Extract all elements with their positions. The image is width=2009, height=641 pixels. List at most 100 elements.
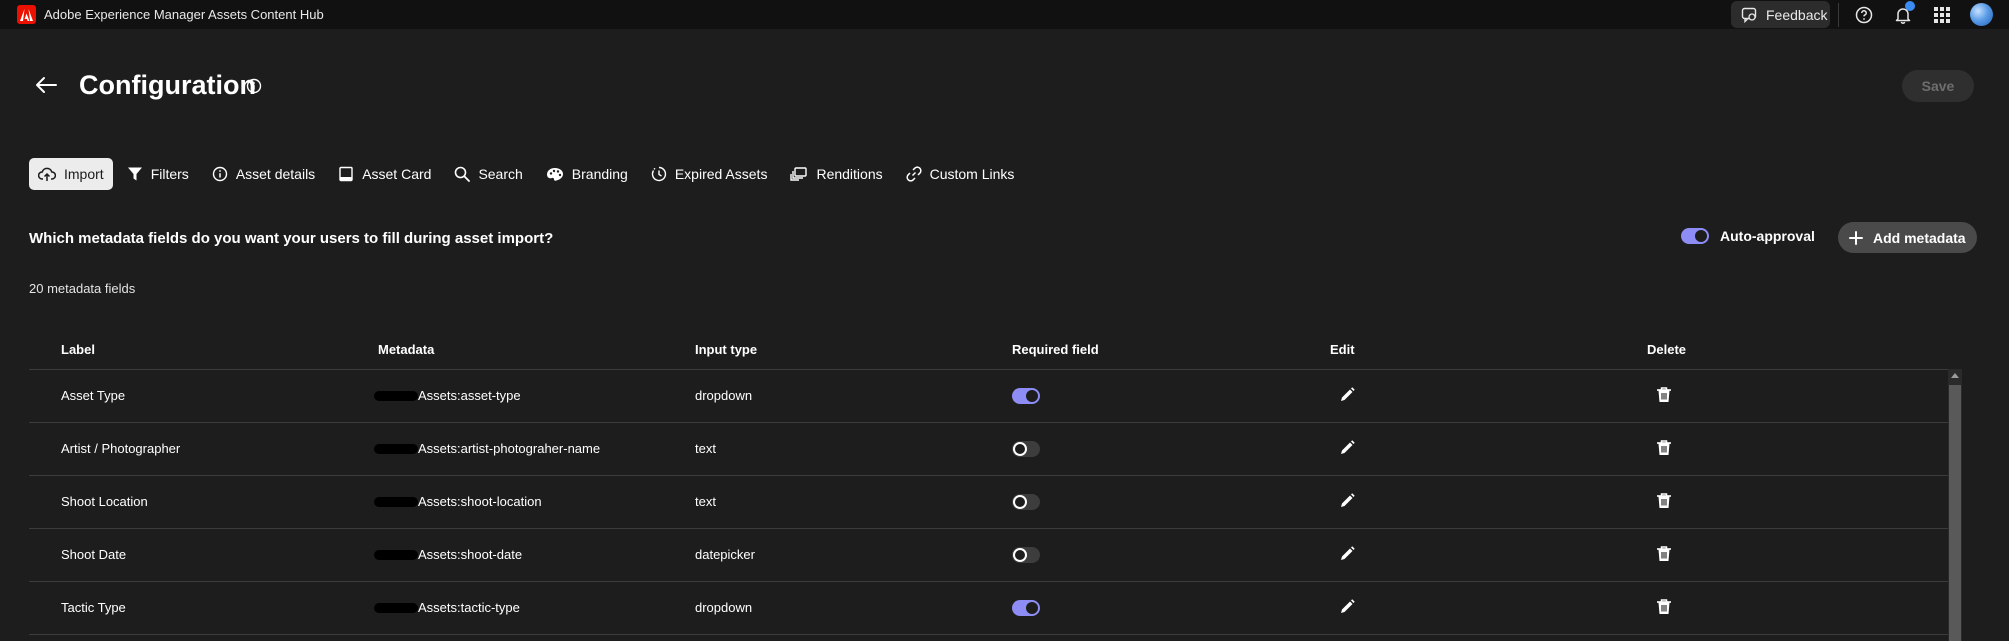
search-icon bbox=[455, 166, 471, 182]
tab-renditions[interactable]: Renditions bbox=[781, 158, 891, 190]
delete-trash-icon[interactable] bbox=[1655, 492, 1673, 510]
metadata-count: 20 metadata fields bbox=[29, 281, 136, 296]
edit-pencil-icon[interactable] bbox=[1338, 386, 1356, 404]
apps-grid-icon[interactable] bbox=[1932, 5, 1952, 25]
tab-label: Custom Links bbox=[929, 166, 1015, 182]
feedback-label: Feedback bbox=[1766, 6, 1828, 23]
auto-approval-toggle[interactable] bbox=[1681, 228, 1709, 244]
link-icon bbox=[906, 166, 922, 182]
import-question: Which metadata fields do you want your u… bbox=[29, 230, 554, 247]
edit-pencil-icon[interactable] bbox=[1338, 545, 1356, 563]
delete-trash-icon[interactable] bbox=[1655, 598, 1673, 616]
edit-pencil-icon[interactable] bbox=[1338, 492, 1356, 510]
cloud-upload-icon bbox=[38, 167, 56, 181]
row-metadata: Assets:artist-photograher-name bbox=[374, 441, 600, 456]
row-label: Artist / Photographer bbox=[61, 441, 181, 456]
tab-import[interactable]: Import bbox=[29, 158, 113, 190]
tab-asset-details[interactable]: Asset details bbox=[203, 158, 324, 190]
tab-label: Asset details bbox=[235, 166, 316, 182]
config-tabs: Import Filters Asset details Asset Card … bbox=[29, 158, 1028, 190]
row-label: Asset Type bbox=[61, 388, 126, 403]
required-field-toggle[interactable] bbox=[1012, 441, 1040, 457]
tab-label: Branding bbox=[571, 166, 628, 182]
row-label: Shoot Location bbox=[61, 494, 148, 509]
row-input-type: text bbox=[695, 441, 716, 456]
column-header-metadata[interactable]: Metadata bbox=[378, 342, 434, 357]
row-metadata: Assets:shoot-date bbox=[374, 547, 522, 562]
row-label: Tactic Type bbox=[61, 600, 126, 615]
tab-label: Filters bbox=[150, 166, 189, 182]
edit-pencil-icon[interactable] bbox=[1338, 598, 1356, 616]
table-header: Label Metadata Input type Required field… bbox=[29, 333, 1949, 369]
scroll-up-arrow-icon[interactable] bbox=[1951, 373, 1959, 378]
redacted-block bbox=[374, 549, 418, 560]
add-metadata-label: Add metadata bbox=[1873, 229, 1966, 246]
row-input-type: dropdown bbox=[695, 388, 753, 403]
delete-trash-icon[interactable] bbox=[1655, 386, 1673, 404]
table-row[interactable]: Asset Type Assets:asset-type dropdown bbox=[29, 370, 1949, 423]
auto-approval: Auto-approval bbox=[1681, 228, 1815, 244]
info-icon bbox=[212, 166, 228, 182]
column-header-edit: Edit bbox=[1330, 342, 1355, 357]
column-header-required-field[interactable]: Required field bbox=[1012, 342, 1099, 357]
tab-custom-links[interactable]: Custom Links bbox=[897, 158, 1024, 190]
auto-approval-label: Auto-approval bbox=[1720, 228, 1815, 244]
feedback-icon bbox=[1741, 7, 1757, 23]
row-label: Shoot Date bbox=[61, 547, 127, 562]
topbar-divider bbox=[1838, 3, 1839, 27]
required-field-toggle[interactable] bbox=[1012, 547, 1040, 563]
app-title: Adobe Experience Manager Assets Content … bbox=[44, 7, 324, 22]
tab-expired-assets[interactable]: Expired Assets bbox=[642, 158, 777, 190]
plus-icon bbox=[1849, 230, 1863, 245]
table-row[interactable]: Tactic Type Assets:tactic-type dropdown bbox=[29, 582, 1949, 635]
table-row[interactable]: Shoot Location Assets:shoot-location tex… bbox=[29, 476, 1949, 529]
tab-label: Asset Card bbox=[362, 166, 432, 182]
row-input-type: dropdown bbox=[695, 600, 753, 615]
feedback-button[interactable]: Feedback bbox=[1731, 1, 1830, 28]
row-metadata: Assets:tactic-type bbox=[374, 600, 520, 615]
clock-icon bbox=[651, 166, 667, 182]
palette-icon bbox=[546, 168, 563, 181]
tab-label: Expired Assets bbox=[674, 166, 768, 182]
back-arrow-icon[interactable] bbox=[34, 75, 58, 95]
table-body: Asset Type Assets:asset-type dropdown Ar… bbox=[29, 369, 1949, 635]
table-row[interactable]: Shoot Date Assets:shoot-date datepicker bbox=[29, 529, 1949, 582]
tab-asset-card[interactable]: Asset Card bbox=[329, 158, 440, 190]
card-icon bbox=[339, 166, 353, 182]
tab-filters[interactable]: Filters bbox=[118, 158, 198, 190]
table-scrollbar[interactable] bbox=[1948, 369, 1962, 641]
required-field-toggle[interactable] bbox=[1012, 600, 1040, 616]
tab-search[interactable]: Search bbox=[445, 158, 531, 190]
column-header-input-type[interactable]: Input type bbox=[695, 342, 757, 357]
redacted-block bbox=[374, 496, 418, 507]
notification-badge bbox=[1905, 1, 1915, 11]
table-row[interactable]: Artist / Photographer Assets:artist-phot… bbox=[29, 423, 1949, 476]
tab-label: Search bbox=[478, 166, 523, 182]
top-bar: Adobe Experience Manager Assets Content … bbox=[0, 0, 2009, 29]
tab-label: Import bbox=[64, 166, 104, 182]
edit-pencil-icon[interactable] bbox=[1338, 439, 1356, 457]
column-header-label[interactable]: Label bbox=[61, 342, 95, 357]
help-icon[interactable] bbox=[1854, 5, 1874, 25]
scroll-thumb[interactable] bbox=[1949, 385, 1961, 641]
page-title: Configuration bbox=[79, 70, 256, 100]
add-metadata-button[interactable]: Add metadata bbox=[1838, 222, 1977, 253]
row-metadata: Assets:asset-type bbox=[374, 388, 521, 403]
row-input-type: datepicker bbox=[695, 547, 755, 562]
required-field-toggle[interactable] bbox=[1012, 388, 1040, 404]
adobe-logo-icon[interactable] bbox=[17, 5, 36, 24]
delete-trash-icon[interactable] bbox=[1655, 439, 1673, 457]
row-metadata: Assets:shoot-location bbox=[374, 494, 542, 509]
delete-trash-icon[interactable] bbox=[1655, 545, 1673, 563]
column-header-delete: Delete bbox=[1647, 342, 1687, 357]
tab-branding[interactable]: Branding bbox=[537, 158, 637, 190]
filter-icon bbox=[127, 167, 142, 181]
user-avatar[interactable] bbox=[1970, 3, 1993, 26]
redacted-block bbox=[374, 390, 418, 401]
save-button[interactable]: Save bbox=[1902, 70, 1974, 102]
row-input-type: text bbox=[695, 494, 716, 509]
required-field-toggle[interactable] bbox=[1012, 494, 1040, 510]
redacted-block bbox=[374, 443, 418, 454]
info-icon[interactable] bbox=[246, 78, 262, 94]
renditions-icon bbox=[790, 167, 808, 181]
